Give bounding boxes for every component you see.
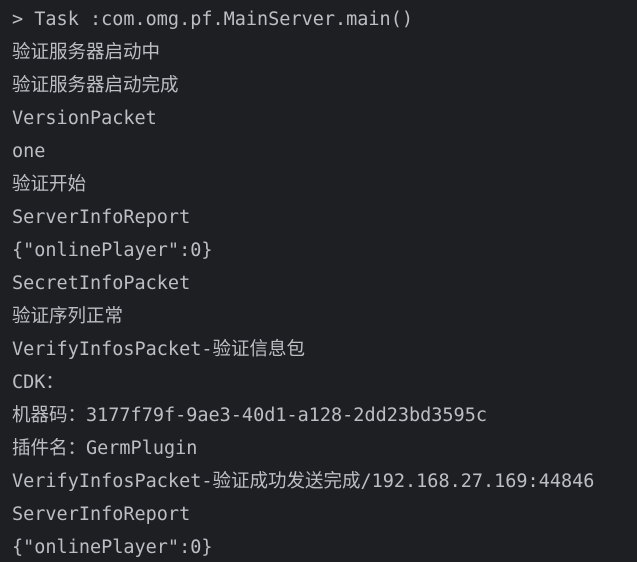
console-line: 验证开始	[12, 174, 87, 195]
console-line: {"onlinePlayer":0}	[12, 537, 213, 558]
console-line: ServerInfoReport	[12, 504, 191, 525]
console-line: 机器码：3177f79f-9ae3-40d1-a128-2dd23bd3595c	[12, 405, 487, 426]
console-line: VersionPacket	[12, 108, 157, 129]
console-line: 插件名：GermPlugin	[12, 438, 198, 459]
console-line: one	[12, 141, 46, 162]
console-line: VerifyInfosPacket-验证信息包	[12, 339, 305, 360]
console-line: ServerInfoReport	[12, 207, 191, 228]
console-command-line: > Task :com.omg.pf.MainServer.main()	[12, 9, 413, 30]
console-line: SecretInfoPacket	[12, 273, 191, 294]
console-output[interactable]: > Task :com.omg.pf.MainServer.main() 验证服…	[0, 0, 637, 562]
console-line: {"onlinePlayer":0}	[12, 240, 213, 261]
console-line: 验证服务器启动中	[12, 42, 161, 63]
console-line: CDK：	[12, 372, 64, 393]
console-line: 验证序列正常	[12, 306, 124, 327]
console-line: 验证服务器启动完成	[12, 75, 179, 96]
console-line: VerifyInfosPacket-验证成功发送完成/192.168.27.16…	[12, 471, 595, 492]
